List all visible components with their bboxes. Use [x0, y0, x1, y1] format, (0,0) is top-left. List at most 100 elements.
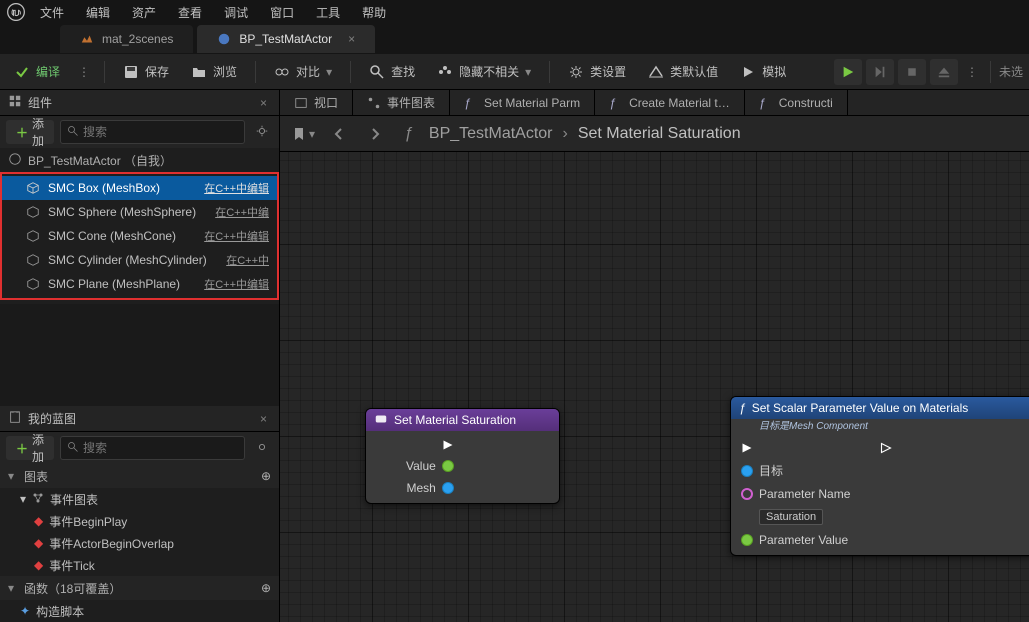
tab-level[interactable]: mat_2scenes — [60, 25, 193, 53]
function-icon: ✦ — [20, 604, 30, 618]
close-icon[interactable]: × — [256, 96, 271, 110]
tree-root[interactable]: BP_TestMatActor （自我） — [0, 148, 279, 172]
graph-canvas[interactable]: Set Material Saturation Value Mesh — [280, 152, 1029, 622]
component-item-cone[interactable]: SMC Cone (MeshCone) 在C++中编辑 — [2, 224, 277, 248]
eject-button[interactable] — [930, 59, 958, 85]
close-icon[interactable]: × — [256, 412, 271, 426]
component-item-plane[interactable]: SMC Plane (MeshPlane) 在C++中编辑 — [2, 272, 277, 296]
function-construction[interactable]: ✦ 构造脚本 — [0, 600, 279, 622]
simulate-button[interactable]: 模拟 — [732, 58, 794, 86]
class-defaults-button[interactable]: 类默认值 — [640, 58, 726, 86]
chevron-down-icon: ▾ — [8, 581, 18, 595]
item-label: SMC Cone (MeshCone) — [48, 229, 176, 243]
pin-circle-icon — [741, 465, 753, 477]
exec-out-pin[interactable] — [442, 439, 454, 451]
components-tree: BP_TestMatActor （自我） SMC Box (MeshBox) 在… — [0, 148, 279, 304]
event-graph-item[interactable]: ▾ 事件图表 — [0, 488, 279, 510]
level-icon — [80, 32, 94, 46]
event-tick[interactable]: ◆ 事件Tick — [0, 554, 279, 576]
find-button[interactable]: 查找 — [361, 58, 423, 86]
unreal-logo-icon — [4, 0, 28, 24]
bookmark-button[interactable]: ▾ — [290, 121, 316, 147]
tab-fn-create-material[interactable]: ƒ Create Material t… — [595, 90, 745, 116]
breadcrumb-class[interactable]: BP_TestMatActor — [429, 125, 553, 143]
node-set-scalar-parameter[interactable]: ƒ Set Scalar Parameter Value on Material… — [730, 396, 1029, 556]
param-name-value[interactable]: Saturation — [759, 509, 850, 525]
item-tag[interactable]: 在C++中编辑 — [204, 276, 269, 292]
menu-file[interactable]: 文件 — [30, 2, 74, 23]
tab-blueprint[interactable]: BP_TestMatActor × — [197, 25, 375, 53]
hide-unrelated-button[interactable]: 隐藏不相关 ▾ — [429, 58, 539, 86]
breadcrumb-function[interactable]: Set Material Saturation — [578, 125, 741, 143]
menu-help[interactable]: 帮助 — [352, 2, 396, 23]
add-icon[interactable]: ⊕ — [261, 469, 271, 483]
pin-value-box[interactable]: Saturation — [759, 509, 823, 525]
category-functions[interactable]: ▾ 函数（18可覆盖） ⊕ — [0, 576, 279, 600]
add-new-button[interactable]: ＋ 添加 — [6, 436, 54, 460]
save-button[interactable]: 保存 — [115, 58, 177, 86]
menu-tools[interactable]: 工具 — [306, 2, 350, 23]
tab-fn-set-material-parm[interactable]: ƒ Set Material Parm — [450, 90, 595, 116]
diff-button[interactable]: 对比 ▾ — [266, 58, 340, 86]
item-label: 构造脚本 — [36, 603, 84, 620]
exec-out-pin[interactable] — [880, 442, 892, 454]
category-graphs[interactable]: ▾ 图表 ⊕ — [0, 464, 279, 488]
event-icon: ◆ — [34, 536, 43, 550]
mesh-icon — [26, 181, 40, 195]
mesh-icon — [26, 253, 40, 267]
tab-label: Set Material Parm — [484, 96, 580, 110]
forward-button[interactable] — [362, 121, 388, 147]
item-label: 事件图表 — [50, 491, 98, 508]
search-input[interactable] — [83, 441, 238, 455]
play-controls: ⋮ 未选 — [834, 59, 1023, 85]
search-input[interactable] — [83, 125, 238, 139]
node-set-material-saturation[interactable]: Set Material Saturation Value Mesh — [365, 408, 560, 504]
class-settings-button[interactable]: 类设置 — [560, 58, 634, 86]
param-name-in-pin[interactable]: Parameter Name — [741, 487, 850, 501]
tab-fn-construction[interactable]: ƒ Constructi — [745, 90, 848, 116]
pin-label: Mesh — [406, 481, 435, 495]
tab-viewport[interactable]: 视口 — [280, 90, 353, 116]
skip-button[interactable] — [866, 59, 894, 85]
menu-window[interactable]: 窗口 — [260, 2, 304, 23]
gear-icon[interactable] — [251, 440, 273, 457]
component-item-cylinder[interactable]: SMC Cylinder (MeshCylinder) 在C++中 — [2, 248, 277, 272]
menu-asset[interactable]: 资产 — [122, 2, 166, 23]
item-tag[interactable]: 在C++中编 — [215, 204, 269, 220]
item-tag[interactable]: 在C++中编辑 — [204, 228, 269, 244]
back-button[interactable] — [326, 121, 352, 147]
target-in-pin[interactable]: 目标 — [741, 462, 850, 479]
compile-options[interactable]: ⋮ — [74, 65, 94, 79]
play-button[interactable] — [834, 59, 862, 85]
item-tag[interactable]: 在C++中编辑 — [204, 180, 269, 196]
item-tag[interactable]: 在C++中 — [226, 252, 269, 268]
node-title: Set Material Saturation — [394, 413, 516, 427]
menu-debug[interactable]: 调试 — [214, 2, 258, 23]
event-beginplay[interactable]: ◆ 事件BeginPlay — [0, 510, 279, 532]
stop-button[interactable] — [898, 59, 926, 85]
play-options[interactable]: ⋮ — [962, 65, 982, 79]
node-title: Set Scalar Parameter Value on Materials — [752, 401, 969, 415]
component-item-box[interactable]: SMC Box (MeshBox) 在C++中编辑 — [2, 176, 277, 200]
menu-view[interactable]: 查看 — [168, 2, 212, 23]
exec-in-pin[interactable] — [741, 442, 850, 454]
viewport-icon — [294, 96, 308, 110]
menu-edit[interactable]: 编辑 — [76, 2, 120, 23]
browse-button[interactable]: 浏览 — [183, 58, 245, 86]
node-header[interactable]: ƒ Set Scalar Parameter Value on Material… — [731, 397, 1029, 419]
chevron-down-icon: ▾ — [326, 65, 332, 79]
compile-button[interactable]: 编译 — [6, 58, 68, 86]
components-search[interactable] — [60, 120, 245, 144]
param-value-in-pin[interactable]: Parameter Value — [741, 533, 850, 547]
close-icon[interactable]: × — [348, 32, 355, 46]
value-out-pin[interactable]: Value — [406, 459, 454, 473]
add-icon[interactable]: ⊕ — [261, 581, 271, 595]
node-header[interactable]: Set Material Saturation — [366, 409, 559, 431]
mesh-out-pin[interactable]: Mesh — [406, 481, 453, 495]
component-item-sphere[interactable]: SMC Sphere (MeshSphere) 在C++中编 — [2, 200, 277, 224]
add-component-button[interactable]: ＋ 添加 — [6, 120, 54, 144]
myblueprint-search[interactable] — [60, 436, 245, 460]
gear-icon[interactable] — [251, 124, 273, 141]
event-actorbeginoverlap[interactable]: ◆ 事件ActorBeginOverlap — [0, 532, 279, 554]
tab-event-graph[interactable]: 事件图表 — [353, 90, 450, 116]
